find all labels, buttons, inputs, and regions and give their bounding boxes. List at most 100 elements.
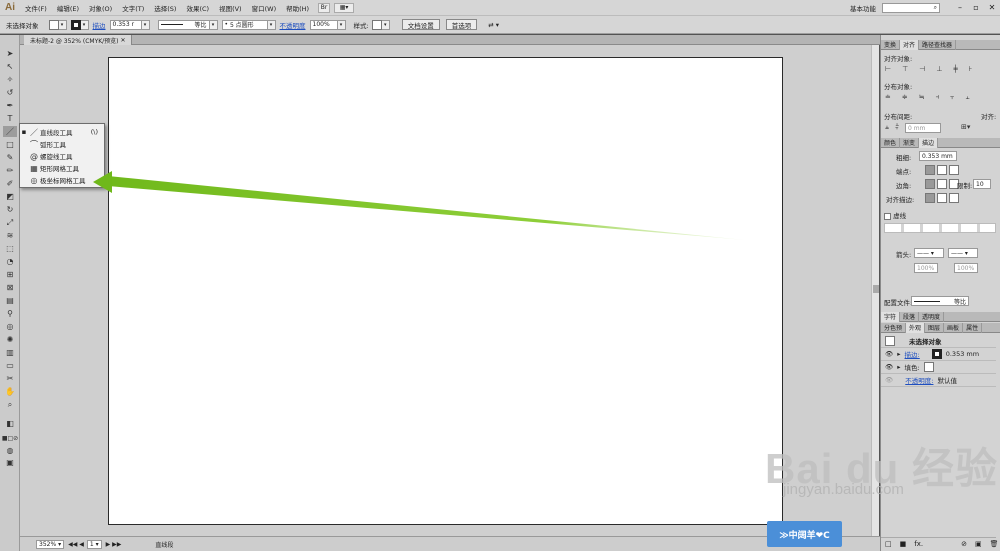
stroke-row-swatch[interactable] [931,349,942,359]
menu-effect[interactable]: 效果(C) [181,3,214,13]
align-to-icon[interactable]: ⊞▾ [961,123,970,133]
tab-pathfinder[interactable]: 路径查找器 [919,39,957,50]
pen-tool-icon[interactable]: ✒ [3,100,17,111]
align-right-icon[interactable]: ⊣ [919,65,925,73]
rotate-tool-icon[interactable]: ↻ [3,204,17,215]
symbol-sprayer-tool-icon[interactable]: ✺ [3,334,17,345]
distribute-spacing-buttons[interactable]: ⫨ ⫩ 0 mm ⊞▾ [885,123,970,133]
stroke-row-label[interactable]: 描边: [905,349,920,359]
flyout-item-polar-grid[interactable]: ◎ 极坐标网格工具 [20,174,104,186]
opacity-field[interactable]: 100% [309,19,338,30]
artboard-number-field[interactable]: 1 ▾ [86,539,102,549]
opacity-row-label[interactable]: 不透明度: [905,375,933,385]
stroke-swatch[interactable] [70,19,81,30]
minimize-button[interactable]: – [952,3,968,12]
tab-transform[interactable]: 变换 [881,39,901,50]
tab-artboards[interactable]: 画板 [944,322,964,333]
opacity-link[interactable]: 不透明度 [280,20,306,30]
dist-vcenter-icon[interactable]: ≑ [902,93,908,102]
stroke-profile-field[interactable]: 等比 [157,19,210,30]
cap-buttons[interactable] [925,165,959,175]
bridge-button[interactable]: Br [318,2,331,13]
eraser-tool-icon[interactable]: ◩ [3,191,17,202]
appearance-opacity-row[interactable]: 👁 不透明度: 默认值 [881,374,996,387]
mesh-tool-icon[interactable]: ⊠ [3,282,17,293]
menu-edit[interactable]: 编辑(E) [52,3,84,13]
align-object-buttons[interactable]: ⊢ ⊤ ⊣ ⊥ ╪ ⊦ [885,65,972,73]
fill-dropdown[interactable]: ▾ [58,19,67,30]
canvas-area[interactable] [20,45,871,536]
add-fill-icon[interactable]: ■ [900,540,907,548]
align-hcenter-icon[interactable]: ⊤ [902,65,908,73]
menu-object[interactable]: 对象(O) [84,3,117,13]
corner-buttons[interactable] [925,179,959,189]
warp-tool-icon[interactable]: ≋ [3,230,17,241]
round-cap-icon[interactable] [937,165,947,175]
pencil-tool-icon[interactable]: ✏ [3,165,17,176]
spacing-v-icon[interactable]: ⫨ [885,123,889,133]
stroke-weight-dropdown[interactable]: ▾ [141,19,150,30]
next-artboard-icon[interactable]: ▶ ▶▶ [106,541,122,548]
expand-arrow-icon[interactable]: ▸ [897,350,900,358]
color-mode-icons[interactable]: ■□⊘ [2,433,18,444]
prev-artboard-icon[interactable]: ◀◀ ◀ [68,541,84,548]
artboard[interactable] [108,57,783,525]
blob-brush-tool-icon[interactable]: ✐ [3,178,17,189]
menu-help[interactable]: 帮助(H) [281,3,314,13]
tab-paragraph[interactable]: 段落 [900,311,920,322]
flyout-item-rect-grid[interactable]: ▦ 矩形网格工具 [20,162,104,174]
type-tool-icon[interactable]: T [3,113,17,124]
document-setup-button[interactable]: 文档设置 [401,19,440,30]
dist-top-icon[interactable]: ≐ [885,93,891,102]
menu-window[interactable]: 窗口(W) [247,3,282,13]
arrow-scale-start[interactable]: 100% [914,263,938,273]
dist-bottom-icon[interactable]: ≒ [919,93,925,102]
stroke-link[interactable]: 描边 [93,20,106,30]
stroke-dropdown[interactable]: ▾ [80,19,89,30]
spacing-field[interactable]: 0 mm [904,123,941,133]
fill-swatch[interactable] [48,19,59,30]
align-inside-stroke-icon[interactable] [937,193,947,203]
hand-tool-icon[interactable]: ✋ [3,386,17,397]
align-top-icon[interactable]: ⊥ [936,65,942,73]
dist-left-icon[interactable]: ⫞ [936,93,940,102]
menu-file[interactable]: 文件(F) [20,3,52,13]
search-input[interactable]: ⌕ [882,2,940,13]
preferences-button[interactable]: 首选项 [445,19,478,30]
align-vcenter-icon[interactable]: ╪ [953,65,957,73]
direct-selection-tool-icon[interactable]: ↖ [3,61,17,72]
column-graph-tool-icon[interactable]: ▥ [3,347,17,358]
spacing-h-icon[interactable]: ⫩ [895,123,899,133]
style-swatch[interactable] [371,19,382,30]
arrow-scale-end[interactable]: 100% [954,263,978,273]
expand-arrow-icon[interactable]: ▸ [897,363,900,371]
tab-color[interactable]: 颜色 [881,137,901,148]
tab-attributes[interactable]: 属性 [963,322,983,333]
close-button[interactable]: ✕ [984,3,1000,12]
align-center-stroke-icon[interactable] [925,193,935,203]
shape-builder-tool-icon[interactable]: ◔ [3,256,17,267]
tab-layers[interactable]: 图层 [925,322,945,333]
perspective-grid-tool-icon[interactable]: ⊞ [3,269,17,280]
align-outside-stroke-icon[interactable] [949,193,959,203]
stroke-profile-dropdown[interactable]: ▾ [209,19,218,30]
align-stroke-buttons[interactable] [925,193,959,203]
profile-select[interactable]: 等比 [911,296,969,306]
appearance-fill-row[interactable]: 👁 ▸ 填色: [881,361,996,374]
limit-field[interactable]: 10 [973,179,991,189]
weight-field[interactable]: 0.353 mm [919,151,957,161]
menu-type[interactable]: 文字(T) [117,3,149,13]
add-stroke-icon[interactable]: □ [885,540,892,548]
slice-tool-icon[interactable]: ✂ [3,373,17,384]
paintbrush-tool-icon[interactable]: ✎ [3,152,17,163]
screen-mode-icon[interactable]: ▣ [3,457,17,468]
lasso-tool-icon[interactable]: ↺ [3,87,17,98]
flyout-item-line-segment[interactable]: ▪ ／ 直线段工具 (\) [20,126,104,138]
blend-tool-icon[interactable]: ◎ [3,321,17,332]
zoom-tool-icon[interactable]: ⌕ [3,399,17,410]
document-tab[interactable]: 未标题-2 @ 352% (CMYK/预览) ✕ [24,35,133,45]
fill-stroke-swatches-icon[interactable]: ◧ [3,415,17,431]
close-tab-icon[interactable]: ✕ [120,37,125,44]
delete-item-icon[interactable]: 🗑 [990,540,999,548]
tab-align[interactable]: 对齐 [900,39,920,50]
